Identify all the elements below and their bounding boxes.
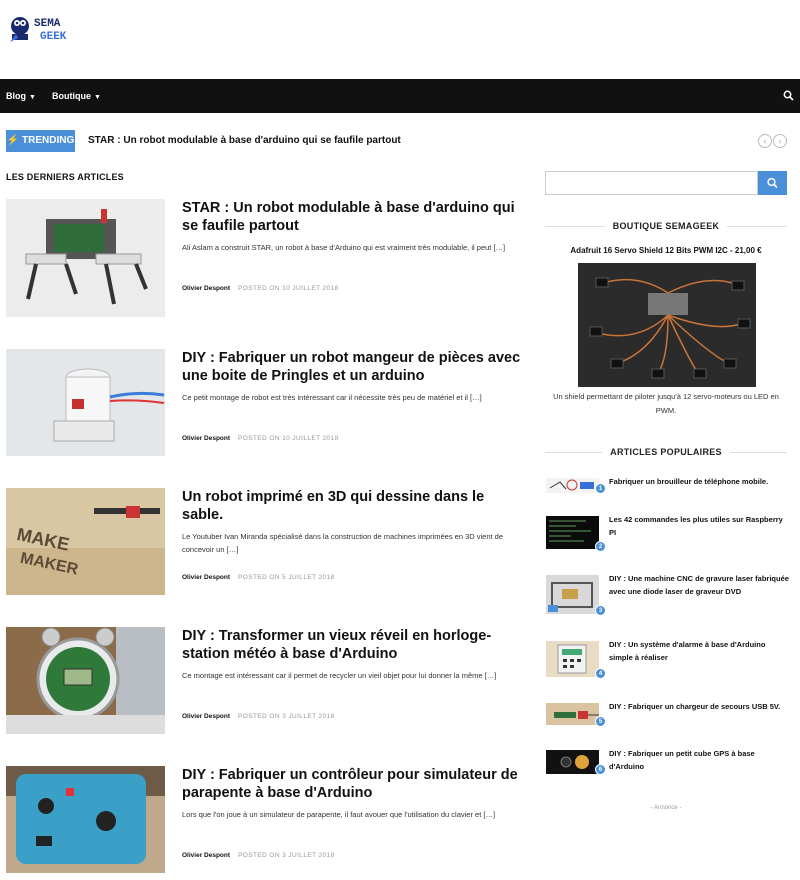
svg-text:GEEK: GEEK [40, 31, 67, 43]
popular-item[interactable]: 1 Fabriquer un brouilleur de téléphone m… [546, 477, 788, 518]
chevron-down-icon: ▼ [94, 94, 101, 101]
article-card: DIY : Fabriquer un robot mangeur de pièc… [6, 349, 520, 477]
article-card: MAKE MAKER Un robot imprimé en 3D qui de… [6, 488, 516, 616]
nav-item-blog[interactable]: Blog ▼ [6, 79, 36, 113]
article-thumbnail[interactable] [6, 766, 165, 873]
ad-label: - Annonce - [650, 805, 682, 811]
popular-thumbnail [546, 641, 599, 677]
article-title-link[interactable]: STAR : Un robot modulable à base d'ardui… [182, 199, 522, 235]
article-excerpt: Ali Aslam a construit STAR, un robot à b… [182, 243, 506, 252]
popular-rank-badge: 6 [595, 764, 606, 775]
product-title-link[interactable]: Adafruit 16 Servo Shield 12 Bits PWM I2C… [545, 246, 787, 255]
popular-heading-label: ARTICLES POPULAIRES [602, 447, 730, 457]
article-thumbnail[interactable] [6, 627, 165, 745]
search-icon[interactable] [783, 90, 794, 101]
article-title-link[interactable]: Un robot imprimé en 3D qui dessine dans … [182, 488, 522, 524]
article-author-link[interactable]: Olivier Despont [182, 852, 230, 859]
popular-rank-badge: 4 [595, 668, 606, 679]
popular-item-title: DIY : Fabriquer un chargeur de secours U… [609, 702, 781, 711]
popular-item-title: Les 42 commandes les plus utiles sur Ras… [609, 515, 783, 537]
product-image[interactable] [578, 263, 756, 387]
popular-item-title: Fabriquer un brouilleur de téléphone mob… [609, 477, 769, 486]
popular-item[interactable]: 6 DIY : Fabriquer un petit cube GPS à ba… [546, 749, 788, 790]
article-thumbnail[interactable]: MAKE MAKER [6, 488, 165, 606]
chevron-left-icon: ‹ [763, 136, 767, 146]
popular-item[interactable]: 2 Les 42 commandes les plus utiles sur R… [546, 515, 788, 556]
article-date: POSTED ON 10 JUILLET 2018 [238, 435, 339, 442]
shop-heading: BOUTIQUE SEMAGEEK [545, 221, 787, 231]
search-icon [767, 177, 778, 189]
shop-heading-label: BOUTIQUE SEMAGEEK [604, 221, 728, 231]
article-card: DIY : Transformer un vieux réveil en hor… [6, 627, 516, 755]
article-meta: Olivier Despont POSTED ON 10 JUILLET 2018 [182, 285, 339, 292]
article-author-link[interactable]: Olivier Despont [182, 713, 230, 720]
article-meta: Olivier Despont POSTED ON 3 JUILLET 2018 [182, 852, 335, 859]
popular-item-title: DIY : Un système d'alarme à base d'Ardui… [609, 640, 766, 662]
article-date: POSTED ON 10 JUILLET 2018 [238, 285, 339, 292]
trending-badge: ⚡ TRENDING [6, 130, 75, 152]
article-author-link[interactable]: Olivier Despont [182, 285, 230, 292]
article-excerpt: Ce montage est intéressant car il permet… [182, 671, 497, 680]
article-meta: Olivier Despont POSTED ON 10 JUILLET 2018 [182, 435, 339, 442]
popular-thumbnail [546, 703, 599, 725]
nav-item-label: Blog [6, 91, 26, 101]
search-button[interactable] [758, 171, 787, 195]
popular-thumbnail [546, 516, 599, 549]
popular-item-title: DIY : Fabriquer un petit cube GPS à base… [609, 749, 755, 771]
semageek-logo-icon: SEMA GEEK [10, 17, 67, 43]
popular-thumbnail [546, 478, 599, 511]
search-input[interactable] [545, 171, 758, 195]
article-card: DIY : Fabriquer un contrôleur pour simul… [6, 766, 518, 880]
main-navbar: Blog ▼ Boutique ▼ [0, 79, 800, 113]
popular-item[interactable]: 5 DIY : Fabriquer un chargeur de secours… [546, 702, 788, 743]
trending-prev-button[interactable]: ‹ [758, 134, 772, 148]
popular-item-title: DIY : Une machine CNC de gravure laser f… [609, 574, 789, 596]
svg-text:SEMA: SEMA [34, 18, 61, 30]
article-thumbnail[interactable] [6, 349, 165, 467]
popular-thumbnail [546, 750, 599, 774]
popular-rank-badge: 5 [595, 716, 606, 727]
article-date: POSTED ON 3 JUILLET 2018 [238, 852, 335, 859]
article-meta: Olivier Despont POSTED ON 3 JUILLET 2018 [182, 713, 335, 720]
trending-badge-label: TRENDING [22, 135, 75, 146]
chevron-right-icon: › [778, 136, 782, 146]
trending-next-button[interactable]: › [773, 134, 787, 148]
popular-rank-badge: 3 [595, 605, 606, 616]
article-excerpt: Lors que l'on joue à un simulateur de pa… [182, 810, 496, 819]
article-date: POSTED ON 3 JUILLET 2018 [238, 713, 335, 720]
article-card: STAR : Un robot modulable à base d'ardui… [6, 199, 516, 327]
popular-item[interactable]: 3 DIY : Une machine CNC de gravure laser… [546, 574, 789, 616]
popular-thumbnail [546, 575, 599, 614]
article-author-link[interactable]: Olivier Despont [182, 435, 230, 442]
product-description: Un shield permettant de piloter jusqu'à … [553, 392, 779, 415]
article-title-link[interactable]: DIY : Fabriquer un robot mangeur de pièc… [182, 349, 522, 385]
article-title-link[interactable]: DIY : Fabriquer un contrôleur pour simul… [182, 766, 522, 802]
article-excerpt: Ce petit montage de robot est très intér… [182, 393, 482, 402]
article-title-link[interactable]: DIY : Transformer un vieux réveil en hor… [182, 627, 522, 663]
lightning-icon: ⚡ [6, 135, 20, 146]
nav-item-label: Boutique [52, 91, 91, 101]
article-meta: Olivier Despont POSTED ON 5 JUILLET 2018 [182, 574, 335, 581]
article-excerpt: Le Youtuber Ivan Miranda spécialisé dans… [182, 532, 504, 554]
latest-articles-heading: LES DERNIERS ARTICLES [6, 172, 124, 182]
popular-rank-badge: 2 [595, 541, 606, 552]
site-logo[interactable]: SEMA GEEK [6, 8, 86, 48]
popular-heading: ARTICLES POPULAIRES [545, 447, 787, 457]
nav-item-boutique[interactable]: Boutique ▼ [52, 79, 101, 113]
article-date: POSTED ON 5 JUILLET 2018 [238, 574, 335, 581]
popular-item[interactable]: 4 DIY : Un système d'alarme à base d'Ard… [546, 640, 788, 681]
trending-headline-link[interactable]: STAR : Un robot modulable à base d'ardui… [88, 130, 401, 152]
chevron-down-icon: ▼ [29, 94, 36, 101]
article-author-link[interactable]: Olivier Despont [182, 574, 230, 581]
article-thumbnail[interactable] [6, 199, 165, 317]
popular-rank-badge: 1 [595, 483, 606, 494]
